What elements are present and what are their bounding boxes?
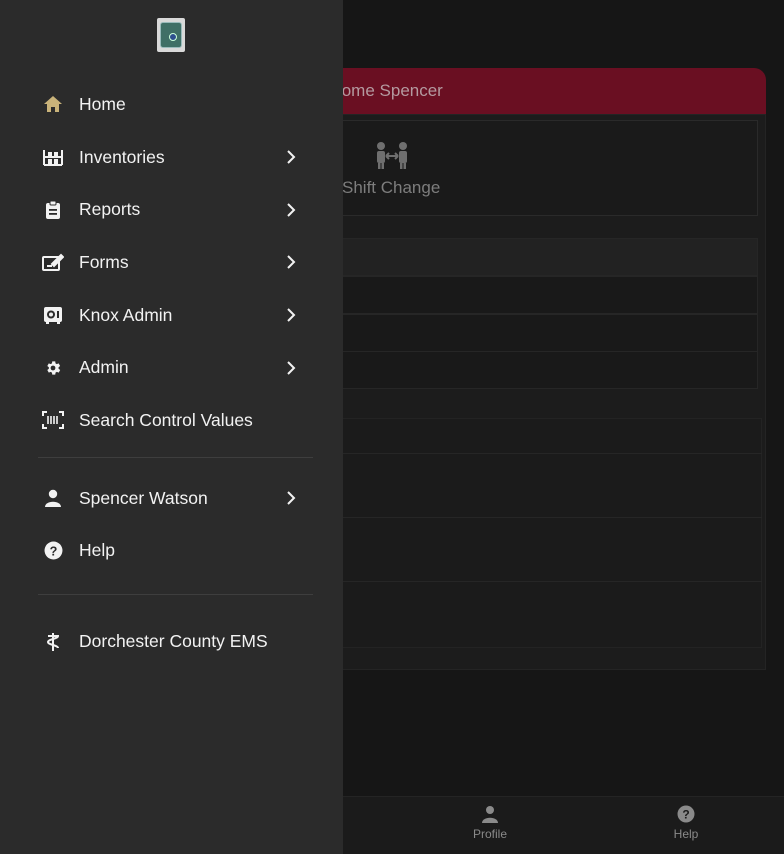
help-icon: ? [677, 805, 695, 823]
side-drawer: Home Inventories Reports Forms Knox Admi… [0, 0, 343, 854]
agency-seal-icon [157, 18, 185, 52]
inventory-icon [42, 146, 64, 168]
table-divider [300, 581, 762, 582]
menu-item-knox-admin[interactable]: Knox Admin [0, 289, 343, 342]
menu-item-forms[interactable]: Forms [0, 236, 343, 289]
barcode-scan-icon [42, 409, 64, 431]
menu-item-label: Inventories [79, 146, 165, 167]
list-row [300, 351, 758, 389]
chevron-right-icon [287, 150, 296, 164]
menu-item-help[interactable]: ? Help [0, 525, 343, 578]
chevron-right-icon [287, 308, 296, 322]
form-edit-icon [42, 251, 64, 273]
chevron-right-icon [287, 203, 296, 217]
nav-help-button[interactable]: ? Help [646, 805, 726, 841]
menu-item-inventories[interactable]: Inventories [0, 131, 343, 184]
drawer-menu: Home Inventories Reports Forms Knox Admi… [0, 78, 343, 668]
nav-profile-label: Profile [472, 827, 507, 841]
shift-change-icon [377, 142, 407, 169]
list-row [300, 314, 758, 352]
shift-change-tile[interactable] [300, 120, 758, 216]
menu-item-label: Knox Admin [79, 304, 173, 325]
menu-item-label: Spencer Watson [79, 487, 208, 508]
menu-item-label: Help [79, 540, 115, 561]
chevron-right-icon [287, 255, 296, 270]
chevron-right-icon [287, 491, 296, 505]
list-row [300, 238, 758, 276]
menu-item-label: Home [79, 93, 126, 114]
shift-change-label: Shift Change [342, 178, 441, 197]
menu-item-search-control-values[interactable]: Search Control Values [0, 394, 343, 447]
nav-profile-button[interactable]: Profile [450, 805, 530, 841]
svg-text:?: ? [682, 808, 689, 822]
safe-icon [42, 304, 64, 326]
welcome-banner: elcome Spencer [300, 68, 766, 114]
gear-icon [42, 357, 64, 379]
nav-help-label: Help [673, 827, 699, 841]
menu-divider [38, 594, 313, 596]
table-divider [300, 517, 762, 518]
help-circle-icon: ? [42, 540, 64, 562]
menu-item-label: Search Control Values [79, 409, 253, 430]
menu-item-reports[interactable]: Reports [0, 183, 343, 236]
menu-item-label: Dorchester County EMS [79, 631, 268, 652]
table-divider [300, 453, 762, 454]
profile-icon [482, 806, 498, 823]
home-icon [42, 93, 64, 115]
person-icon [42, 487, 64, 509]
menu-item-label: Forms [79, 251, 129, 272]
list-row [300, 276, 758, 314]
caduceus-icon [42, 631, 64, 653]
menu-item-organization[interactable]: Dorchester County EMS [0, 615, 343, 668]
menu-item-label: Reports [79, 199, 141, 220]
menu-divider [38, 456, 313, 458]
menu-item-user-profile[interactable]: Spencer Watson [0, 472, 343, 525]
chevron-right-icon [287, 361, 296, 375]
clipboard-icon [42, 199, 64, 221]
menu-item-label: Admin [79, 357, 129, 378]
menu-item-home[interactable]: Home [0, 78, 343, 131]
menu-item-admin[interactable]: Admin [0, 341, 343, 394]
svg-text:?: ? [49, 545, 57, 559]
